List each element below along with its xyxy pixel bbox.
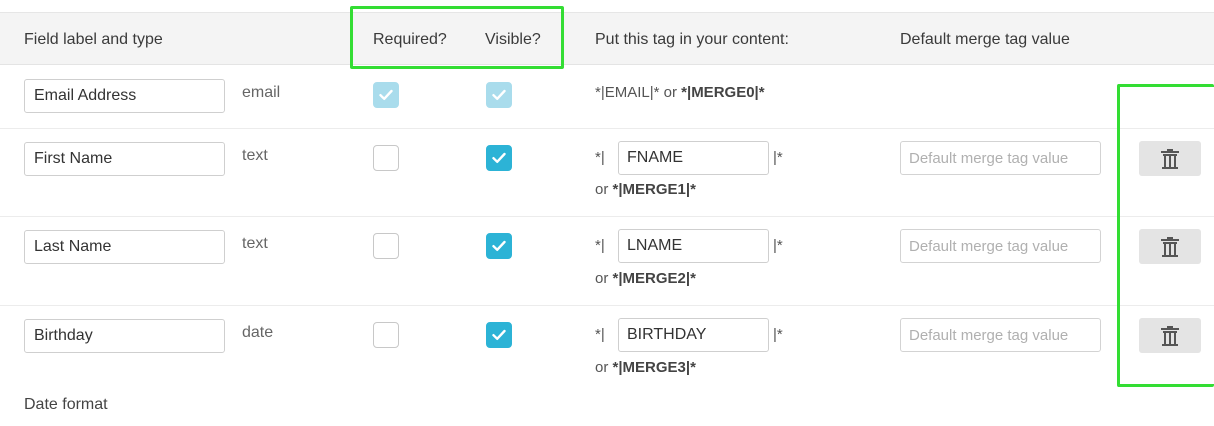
trash-icon bbox=[1161, 326, 1179, 346]
visible-checkbox-birthday[interactable] bbox=[486, 322, 512, 348]
default-value-input-last-name[interactable] bbox=[900, 229, 1101, 263]
table-row-birthday: date *| |* or *|MERGE3|* bbox=[0, 306, 1214, 386]
header-put-tag: Put this tag in your content: bbox=[595, 31, 789, 48]
tag-close-birthday: |* bbox=[773, 326, 783, 343]
field-type-email: email bbox=[242, 84, 281, 101]
merge-alias-line-last-name: or *|MERGE2|* bbox=[595, 270, 696, 287]
merge-alias-line-birthday: or *|MERGE3|* bbox=[595, 359, 696, 376]
field-label-input-birthday[interactable] bbox=[24, 319, 225, 353]
delete-field-button-last-name[interactable] bbox=[1139, 229, 1201, 264]
header-visible: Visible? bbox=[485, 31, 541, 48]
tag-open-birthday: *| bbox=[595, 326, 605, 343]
default-value-input-first-name[interactable] bbox=[900, 141, 1101, 175]
check-icon bbox=[492, 89, 506, 100]
visible-checkbox-first-name[interactable] bbox=[486, 145, 512, 171]
merge-fields-editor: Field label and type Required? Visible? … bbox=[0, 0, 1214, 426]
tag-close-last-name: |* bbox=[773, 237, 783, 254]
merge-alias-birthday: *|MERGE3|* bbox=[612, 359, 696, 376]
table-row-first-name: text *| |* or *|MERGE1|* bbox=[0, 129, 1214, 216]
field-type-birthday: date bbox=[242, 324, 274, 341]
merge-alias-line-first-name: or *|MERGE1|* bbox=[595, 181, 696, 198]
table-row-email: email *|EMAIL|* or *|MERGE0|* bbox=[0, 66, 1214, 128]
default-value-input-birthday[interactable] bbox=[900, 318, 1101, 352]
required-checkbox-first-name[interactable] bbox=[373, 145, 399, 171]
check-icon bbox=[492, 152, 506, 163]
table-row-last-name: text *| |* or *|MERGE2|* bbox=[0, 217, 1214, 305]
or-text: or bbox=[595, 181, 613, 198]
or-text: or bbox=[595, 359, 613, 376]
visible-checkbox-last-name[interactable] bbox=[486, 233, 512, 259]
table-header: Field label and type Required? Visible? … bbox=[0, 12, 1214, 65]
check-icon bbox=[492, 240, 506, 251]
merge-alias-last-name: *|MERGE2|* bbox=[612, 270, 696, 287]
merge-alias-first-name: *|MERGE1|* bbox=[612, 181, 696, 198]
tag-open-last-name: *| bbox=[595, 237, 605, 254]
check-icon bbox=[492, 329, 506, 340]
merge-alias-email: *|MERGE0|* bbox=[681, 84, 765, 101]
required-checkbox-last-name[interactable] bbox=[373, 233, 399, 259]
trash-icon bbox=[1161, 149, 1179, 169]
header-field-label-and-type: Field label and type bbox=[24, 31, 163, 48]
required-checkbox-birthday[interactable] bbox=[373, 322, 399, 348]
field-label-input-first-name[interactable] bbox=[24, 142, 225, 176]
tag-open-first-name: *| bbox=[595, 149, 605, 166]
field-type-first-name: text bbox=[242, 147, 268, 164]
merge-tag-input-birthday[interactable] bbox=[618, 318, 769, 352]
or-text: or bbox=[595, 270, 613, 287]
delete-field-button-birthday[interactable] bbox=[1139, 318, 1201, 353]
tag-close-first-name: |* bbox=[773, 149, 783, 166]
date-format-label: Date format bbox=[24, 396, 108, 413]
required-checkbox-email[interactable] bbox=[373, 82, 399, 108]
check-icon bbox=[379, 89, 393, 100]
visible-checkbox-email[interactable] bbox=[486, 82, 512, 108]
delete-field-button-first-name[interactable] bbox=[1139, 141, 1201, 176]
header-required: Required? bbox=[373, 31, 447, 48]
field-type-last-name: text bbox=[242, 235, 268, 252]
field-label-input-email[interactable] bbox=[24, 79, 225, 113]
trash-icon bbox=[1161, 237, 1179, 257]
field-label-input-last-name[interactable] bbox=[24, 230, 225, 264]
header-default-value: Default merge tag value bbox=[900, 31, 1070, 48]
email-tag-prefix: *|EMAIL|* or bbox=[595, 84, 682, 101]
merge-tag-text-email: *|EMAIL|* or *|MERGE0|* bbox=[595, 84, 765, 101]
merge-tag-input-last-name[interactable] bbox=[618, 229, 769, 263]
merge-tag-input-first-name[interactable] bbox=[618, 141, 769, 175]
